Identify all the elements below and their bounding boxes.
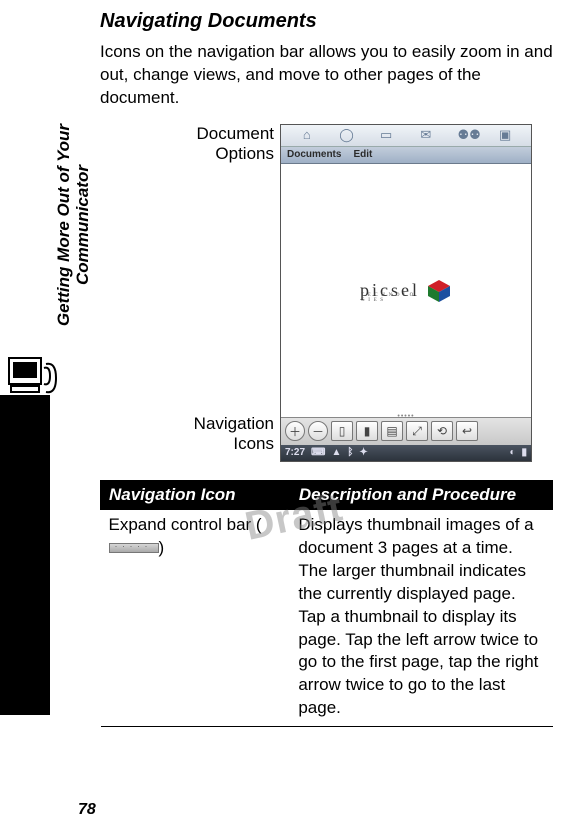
zoom-out-icon: －	[308, 421, 328, 441]
device-top-iconbar: ⌂ ◯ ▭ ✉ ⚉⚉ ▣	[281, 125, 531, 147]
table-header-icon: Navigation Icon	[101, 480, 291, 509]
device-menubar: Documents Edit	[281, 147, 531, 164]
side-text-line2: Communicator	[73, 165, 92, 285]
side-section-label: Getting More Out of Your Communicator	[55, 85, 92, 365]
figure-callout-labels: Document Options Navigation Icons	[100, 124, 280, 464]
picsel-wordmark: picsel T E C H N O L O G I E S	[360, 280, 420, 301]
callout-navigation-icons: Navigation Icons	[194, 414, 274, 455]
page-view2-icon: ▮	[356, 421, 378, 441]
menubar-item: Edit	[353, 149, 372, 160]
section-heading: Navigating Documents	[100, 10, 553, 33]
side-text-line1: Getting More Out of Your	[54, 124, 73, 326]
side-black-tab	[0, 395, 50, 715]
moon-icon: ◐	[509, 447, 515, 458]
device-mockup: ⌂ ◯ ▭ ✉ ⚉⚉ ▣ Documents Edit picsel T E C…	[280, 124, 532, 462]
picsel-logo: picsel T E C H N O L O G I E S	[360, 278, 452, 304]
page-view-icon: ▯	[331, 421, 353, 441]
callout-document-options: Document Options	[197, 124, 274, 165]
status-time: 7:27	[285, 447, 305, 458]
navigation-icons-table: Navigation Icon Description and Procedur…	[100, 480, 553, 727]
table-row: Expand control bar () Displays thumbnail…	[101, 509, 553, 726]
callout-text: Navigation Icons	[194, 414, 274, 455]
back-icon: ↩	[456, 421, 478, 441]
page-number: 78	[78, 801, 96, 819]
mail-icon: ✉	[418, 128, 434, 142]
apps-icon: ▣	[497, 128, 513, 142]
signal-icon: ▲	[331, 447, 341, 458]
expand-icon: ⤢	[406, 421, 428, 441]
battery-icon: ▮	[521, 447, 527, 458]
expand-control-bar-icon	[109, 543, 159, 553]
note-icon: ▭	[378, 128, 394, 142]
page-view3-icon: ▤	[381, 421, 403, 441]
row-icon-label: Expand control bar	[109, 515, 252, 534]
globe-icon: ◯	[338, 128, 354, 142]
rotate-icon: ⟲	[431, 421, 453, 441]
table-cell-icon: Expand control bar ()	[101, 509, 291, 726]
device-navigation-bar: ••••• ＋ － ▯ ▮ ▤ ⤢ ⟲ ↩	[281, 417, 531, 445]
picsel-subtext: T E C H N O L O G I E S	[361, 293, 420, 303]
bluetooth-icon: ᛒ	[347, 447, 353, 458]
zoom-in-icon: ＋	[285, 421, 305, 441]
callout-text: Document Options	[197, 124, 274, 165]
keyboard-icon: ⌨	[311, 447, 325, 458]
people-icon: ⚉⚉	[457, 128, 473, 142]
device-status-bar: 7:27 ⌨ ▲ ᛒ ✦ ◐ ▮	[281, 445, 531, 461]
table-header-desc: Description and Procedure	[290, 480, 552, 509]
picsel-cube-icon	[426, 278, 452, 304]
intro-paragraph: Icons on the navigation bar allows you t…	[100, 41, 553, 110]
control-bar-grip-icon: •••••	[397, 413, 414, 420]
home-icon: ⌂	[299, 128, 315, 142]
computer-phone-icon	[6, 350, 61, 405]
table-cell-desc: Displays thumbnail images of a document …	[290, 509, 552, 726]
figure-row: Document Options Navigation Icons ⌂ ◯ ▭ …	[100, 124, 553, 464]
menubar-item: Documents	[287, 149, 341, 160]
device-content-area: picsel T E C H N O L O G I E S	[281, 165, 531, 417]
sync-icon: ✦	[359, 447, 367, 458]
